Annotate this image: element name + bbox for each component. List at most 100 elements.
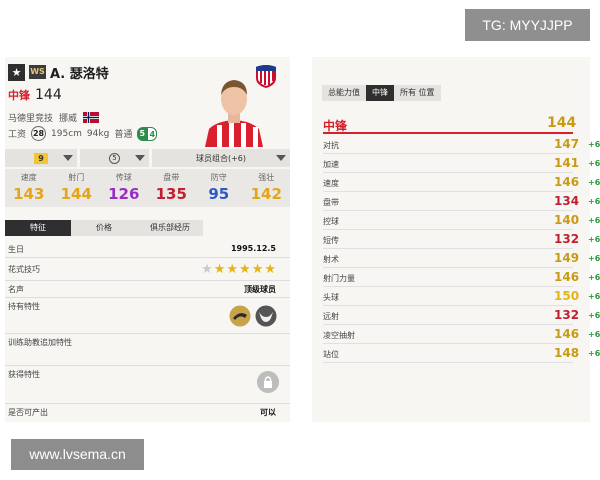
summary-stat-value: 135 — [155, 185, 187, 203]
attribute-value: 146 — [554, 175, 580, 189]
summary-stat: 强壮 142 — [243, 169, 291, 207]
tab-price[interactable]: 价格 — [71, 220, 137, 236]
attribute-bonus: +6 — [588, 235, 600, 244]
rating-view-tabs: 总能力值 中锋 所有 位置 — [322, 85, 441, 101]
attribute-bonus: +6 — [588, 254, 600, 263]
norway-flag-icon — [83, 112, 100, 123]
summary-stat: 防守 95 — [195, 169, 243, 207]
attribute-value: 147 — [554, 137, 580, 151]
attribute-bonus: +6 — [588, 273, 600, 282]
attribute-label: 射术 — [323, 255, 339, 264]
trait-bull-icon[interactable] — [255, 305, 277, 327]
attribute-value: 146 — [554, 327, 580, 341]
summary-stat-value: 142 — [250, 185, 282, 203]
attribute-row: 头球 150 +6 — [323, 288, 600, 306]
height-value: 195cm — [51, 128, 82, 139]
training-traits-label: 训练助教追加特性 — [8, 338, 72, 347]
tab-all-positions[interactable]: 所有 位置 — [394, 85, 441, 101]
player-position: 中锋 — [8, 89, 30, 102]
star-icon: ★ — [251, 262, 264, 277]
attribute-row: 盘带 134 +6 — [323, 193, 600, 211]
player-photo — [205, 80, 263, 147]
player-header: ★ WS A. 瑟洛特 — [8, 63, 109, 82]
birth-value: 1995.12.5 — [230, 244, 276, 253]
summary-stat-value: 95 — [208, 185, 230, 203]
summary-stat: 射门 144 — [53, 169, 101, 207]
favorite-star-icon[interactable]: ★ — [8, 63, 25, 81]
tab-striker[interactable]: 中锋 — [366, 85, 394, 101]
attribute-row: 射门力量 146 +6 — [323, 269, 600, 287]
star-icon: ★ — [226, 262, 239, 277]
attribute-value: 132 — [554, 232, 580, 246]
position-rating-value: 144 — [547, 115, 577, 131]
attribute-label: 头球 — [323, 293, 339, 302]
attribute-label: 站位 — [323, 350, 339, 359]
attribute-value: 150 — [554, 289, 580, 303]
star-icon: ★ — [201, 262, 213, 277]
position-rating-header: 中锋 144 — [323, 115, 577, 134]
trait-finesse-icon[interactable] — [229, 305, 251, 327]
attribute-value: 140 — [554, 213, 580, 227]
chemistry-select[interactable]: 球员组合(+6) — [152, 149, 290, 167]
tab-club-history[interactable]: 俱乐部经历 — [137, 220, 203, 236]
producible-label: 是否可产出 — [8, 408, 48, 417]
wage-label: 工资 — [8, 130, 27, 140]
enhancement-selectors: 9 5 球员组合(+6) — [5, 149, 290, 167]
boost-select[interactable]: 5 — [80, 149, 149, 167]
attribute-label: 短传 — [323, 236, 339, 245]
chevron-down-icon — [63, 155, 73, 161]
summary-stat-value: 143 — [13, 185, 45, 203]
level-select[interactable]: 9 — [5, 149, 77, 167]
summary-stat-label: 防守 — [210, 173, 227, 182]
summary-stat-label: 速度 — [20, 173, 37, 182]
acquired-traits-row: 获得特性 — [5, 366, 290, 404]
chevron-down-icon — [135, 155, 145, 161]
star-icon: ★ — [213, 262, 226, 277]
attribute-value: 132 — [554, 308, 580, 322]
attribute-row: 凌空抽射 146 +6 — [323, 326, 600, 344]
body-type-value: 普通 — [114, 130, 133, 140]
level-value: 9 — [34, 152, 48, 164]
attribute-value: 141 — [554, 156, 580, 170]
chevron-down-icon — [276, 155, 286, 161]
tab-overall-ability[interactable]: 总能力值 — [322, 85, 366, 101]
summary-stat-value: 126 — [108, 185, 140, 203]
producible-row: 是否可产出 可以 — [5, 404, 290, 421]
attribute-value: 148 — [554, 346, 580, 360]
chemistry-value: 球员组合(+6) — [195, 153, 247, 163]
birth-label: 生日 — [8, 245, 24, 254]
summary-stat: 盘带 135 — [148, 169, 196, 207]
tab-traits[interactable]: 特征 — [5, 220, 71, 236]
boost-value: 5 — [109, 152, 120, 164]
attribute-bonus: +6 — [588, 197, 600, 206]
player-overall: 144 — [35, 87, 62, 103]
attribute-row: 远射 132 +6 — [323, 307, 600, 325]
attribute-value: 149 — [554, 251, 580, 265]
attribute-row: 控球 140 +6 — [323, 212, 600, 230]
attribute-label: 射门力量 — [323, 274, 355, 283]
traits-label: 持有特性 — [8, 302, 40, 311]
attribute-row: 速度 146 +6 — [323, 174, 600, 192]
summary-stats: 速度 143 射门 144 传球 126 盘带 135 防守 95 强壮 142 — [5, 169, 290, 207]
player-card: ★ WS A. 瑟洛特 中锋 144 马德里竞技 挪威 工资 28 195cm … — [5, 57, 290, 422]
training-traits-row: 训练助教追加特性 — [5, 334, 290, 366]
attribute-label: 加速 — [323, 160, 339, 169]
summary-stat-label: 强壮 — [258, 173, 275, 182]
physical-info-line: 工资 28 195cm 94kg 普通 5 4 — [8, 126, 158, 141]
season-badge: WS — [29, 65, 46, 79]
attribute-row: 加速 141 +6 — [323, 155, 600, 173]
attribute-label: 控球 — [323, 217, 339, 226]
skill-moves-stars: ★ ★ ★ ★ ★ ★ — [201, 263, 276, 276]
detail-tabs: 特征 价格 俱乐部经历 — [5, 220, 203, 236]
player-name: A. 瑟洛特 — [50, 66, 109, 82]
weight-value: 94kg — [86, 128, 110, 139]
wage-value: 28 — [31, 126, 47, 141]
attribute-bonus: +6 — [588, 349, 600, 358]
skill-moves-label: 花式技巧 — [8, 265, 40, 274]
foot-skill-badge: 5 4 — [137, 126, 158, 141]
attribute-label: 对抗 — [323, 141, 339, 150]
summary-stat-value: 144 — [60, 185, 92, 203]
attribute-label: 盘带 — [323, 198, 339, 207]
strong-foot-value: 4 — [147, 126, 158, 141]
attribute-label: 凌空抽射 — [323, 331, 355, 340]
